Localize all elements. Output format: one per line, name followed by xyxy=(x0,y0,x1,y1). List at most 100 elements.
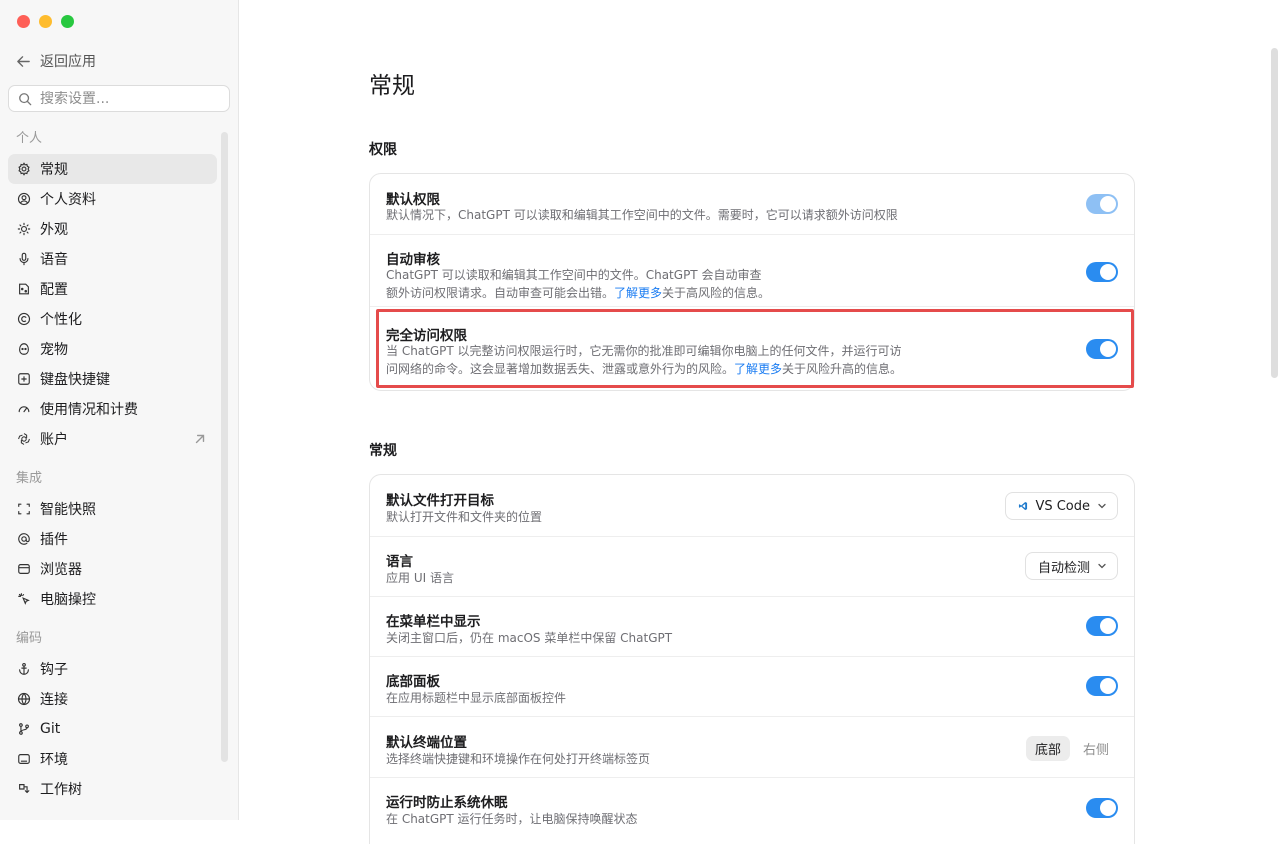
gauge-icon xyxy=(18,406,30,413)
sidebar-item-profile[interactable]: 个人资料 xyxy=(8,184,217,214)
sidebar-item-label: 语音 xyxy=(40,252,68,268)
browser-icon xyxy=(18,564,30,574)
prevent-sleep-toggle[interactable] xyxy=(1086,798,1118,818)
toggle-knob xyxy=(1100,678,1116,694)
sidebar-item-connections[interactable]: 连接 xyxy=(8,684,217,714)
dropdown-value: VS Code xyxy=(1035,498,1090,514)
default-permissions-toggle[interactable] xyxy=(1086,194,1118,214)
learn-more-link[interactable]: 了解更多 xyxy=(734,362,782,376)
menu-bar-toggle[interactable] xyxy=(1086,616,1118,636)
setting-title: 默认终端位置 xyxy=(386,735,467,751)
setting-title: 默认文件打开目标 xyxy=(386,493,494,509)
back-label: 返回应用 xyxy=(40,54,96,70)
setting-description: 在 ChatGPT 运行任务时，让电脑保持唤醒状态 xyxy=(386,812,638,826)
sidebar-item-browser[interactable]: 浏览器 xyxy=(8,554,217,584)
toggle-knob xyxy=(1100,618,1116,634)
sidebar-item-label: 使用情况和计费 xyxy=(40,402,138,418)
learn-more-link[interactable]: 了解更多 xyxy=(614,286,662,300)
settings-content: 常规 权限 默认权限 默认情况下，ChatGPT 可以读取和编辑其工作空间中的文… xyxy=(239,0,1280,844)
setting-row-auto-review: 自动审核 ChatGPT 可以读取和编辑其工作空间中的文件。ChatGPT 会自… xyxy=(370,234,1134,307)
content-scrollbar[interactable] xyxy=(1271,48,1278,378)
sidebar-item-label: 电脑操控 xyxy=(40,592,96,608)
setting-title: 在菜单栏中显示 xyxy=(386,614,481,630)
setting-row-bottom-panel: 底部面板 在应用标题栏中显示底部面板控件 xyxy=(370,656,1134,717)
setting-description: 默认情况下，ChatGPT 可以读取和编辑其工作空间中的文件。需要时，它可以请求… xyxy=(386,208,898,222)
toggle-knob xyxy=(1100,264,1116,280)
sidebar-item-appearance[interactable]: 外观 xyxy=(8,214,217,244)
terminal-position-segmented: 底部 右侧 xyxy=(1025,735,1118,761)
open-target-dropdown[interactable]: VS Code xyxy=(1005,492,1118,520)
back-to-app-button[interactable]: 返回应用 xyxy=(16,50,96,72)
keyboard-icon xyxy=(18,373,30,385)
search-box[interactable] xyxy=(8,85,230,112)
setting-description: 关闭主窗口后，仍在 macOS 菜单栏中保留 ChatGPT xyxy=(386,631,673,645)
sidebar-item-label: 浏览器 xyxy=(40,562,82,578)
page-title: 常规 xyxy=(369,73,415,99)
sidebar-item-label: 工作树 xyxy=(40,782,82,798)
sidebar-item-voice[interactable]: 语音 xyxy=(8,244,217,274)
sidebar-item-label: 个性化 xyxy=(40,312,82,328)
setting-description: ChatGPT 可以读取和编辑其工作空间中的文件。ChatGPT 会自动审查 额… xyxy=(386,266,926,302)
setting-title: 默认权限 xyxy=(386,192,440,208)
sidebar-item-hooks[interactable]: 钩子 xyxy=(8,654,217,684)
nav-section-header-personal: 个人 xyxy=(16,131,43,146)
desc-line-2-end: 关于风险升高的信息。 xyxy=(782,362,903,376)
auto-review-toggle[interactable] xyxy=(1086,262,1118,282)
search-input[interactable] xyxy=(40,90,210,107)
sidebar-item-computer-control[interactable]: 电脑操控 xyxy=(8,584,217,614)
sidebar-item-label: 环境 xyxy=(40,752,68,768)
sidebar-item-pet[interactable]: 宠物 xyxy=(8,334,217,364)
globe-icon xyxy=(17,692,31,706)
dropdown-value: 自动检测 xyxy=(1037,560,1090,576)
close-window-button[interactable] xyxy=(17,15,30,28)
setting-title: 运行时防止系统休眠 xyxy=(386,795,508,811)
bottom-panel-toggle[interactable] xyxy=(1086,676,1118,696)
pet-icon xyxy=(19,343,29,355)
openai-icon xyxy=(18,433,30,445)
section-title-permissions: 权限 xyxy=(369,142,397,158)
sidebar-item-label: 钩子 xyxy=(40,662,68,678)
sidebar-item-usage-billing[interactable]: 使用情况和计费 xyxy=(8,394,217,424)
zoom-window-button[interactable] xyxy=(61,15,74,28)
git-branch-icon xyxy=(19,723,29,735)
sidebar-item-label: 智能快照 xyxy=(40,502,96,518)
sidebar-item-account[interactable]: 账户 xyxy=(8,424,217,454)
desc-line-2-end: 关于高风险的信息。 xyxy=(662,286,771,300)
sidebar-item-keyboard-shortcuts[interactable]: 键盘快捷键 xyxy=(8,364,217,394)
sidebar-item-general[interactable]: 常规 xyxy=(8,154,217,184)
personalize-icon xyxy=(17,312,31,326)
toggle-knob xyxy=(1100,341,1116,357)
toggle-knob xyxy=(1100,196,1116,212)
settings-nav: 个人 常规 个人资料 外观 语音 配置 个性化 宠物 键盘快捷键 使用情况和计费… xyxy=(8,124,217,804)
terminal-position-bottom[interactable]: 底部 xyxy=(1025,735,1070,761)
sidebar-item-smart-snapshot[interactable]: 智能快照 xyxy=(8,494,217,524)
permissions-card: 默认权限 默认情况下，ChatGPT 可以读取和编辑其工作空间中的文件。需要时，… xyxy=(369,173,1135,391)
sidebar-item-plugins[interactable]: 插件 xyxy=(8,524,217,554)
sidebar-item-worktree[interactable]: 工作树 xyxy=(8,774,217,804)
sidebar-item-label: 外观 xyxy=(40,222,68,238)
language-dropdown[interactable]: 自动检测 xyxy=(1024,552,1118,580)
setting-row-menu-bar: 在菜单栏中显示 关闭主窗口后，仍在 macOS 菜单栏中保留 ChatGPT xyxy=(370,596,1134,657)
sidebar-item-label: Git xyxy=(40,721,61,737)
terminal-position-right[interactable]: 右侧 xyxy=(1074,736,1118,761)
sidebar-item-config[interactable]: 配置 xyxy=(8,274,217,304)
sidebar-item-label: 宠物 xyxy=(40,342,68,358)
sidebar-item-git[interactable]: Git xyxy=(8,714,217,744)
anchor-icon xyxy=(19,663,29,675)
microphone-icon xyxy=(19,252,29,266)
sidebar-item-personalization[interactable]: 个性化 xyxy=(8,304,217,334)
minimize-window-button[interactable] xyxy=(39,15,52,28)
setting-title: 底部面板 xyxy=(386,674,440,690)
sidebar-item-environment[interactable]: 环境 xyxy=(8,744,217,774)
full-access-toggle[interactable] xyxy=(1086,339,1118,359)
config-icon xyxy=(19,283,29,295)
desc-line-2: 问网络的命令。这会显著增加数据丢失、泄露或意外行为的风险。 xyxy=(386,362,735,376)
sidebar-scrollbar[interactable] xyxy=(221,132,228,762)
vscode-icon xyxy=(1019,501,1028,511)
sidebar-item-label: 常规 xyxy=(40,162,68,178)
sidebar-item-label: 插件 xyxy=(40,532,68,548)
desc-line-1: 当 ChatGPT 以完整访问权限运行时，它无需你的批准即可编辑你电脑上的任何文… xyxy=(386,344,902,358)
user-circle-icon xyxy=(17,192,31,206)
sidebar: 返回应用 个人 常规 个人资料 外观 语音 xyxy=(0,0,239,820)
sidebar-item-label: 键盘快捷键 xyxy=(40,372,110,388)
